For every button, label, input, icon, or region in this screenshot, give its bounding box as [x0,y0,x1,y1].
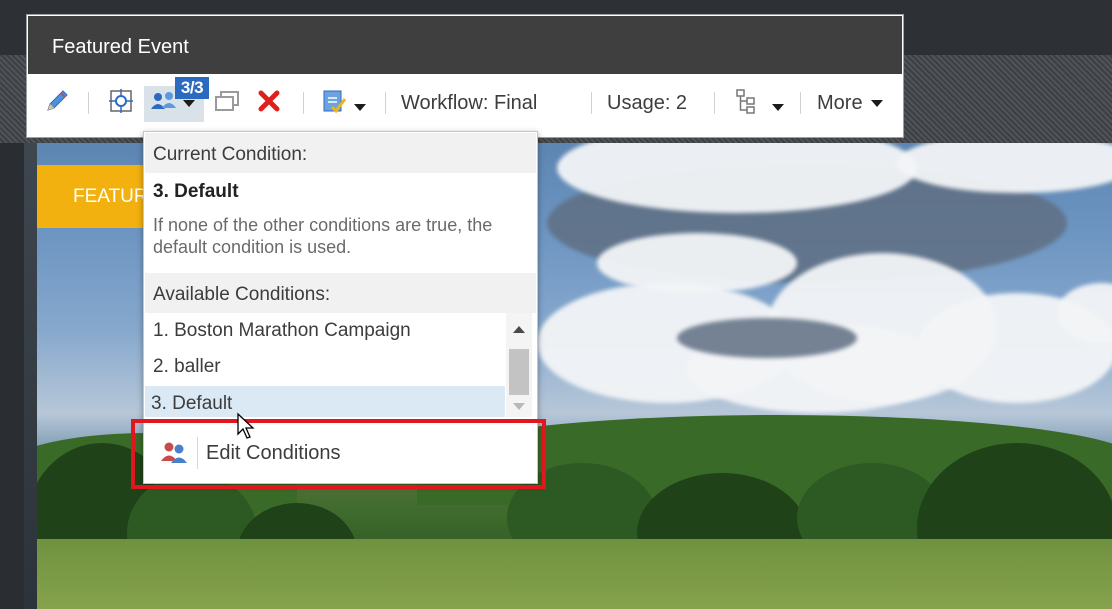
highlight-annotation-box [131,419,546,489]
available-conditions-heading: Available Conditions: [145,273,536,313]
featured-event-panel: Featured Event 3/3 Workflow: Final Usage… [26,14,904,138]
condition-item[interactable]: 2. baller [145,349,505,385]
chevron-down-icon [870,99,883,107]
window-icon [213,87,241,120]
mouse-pointer-icon [236,412,258,445]
tree-icon [734,87,760,120]
current-condition-description: If none of the other conditions are true… [153,215,493,257]
toolbar-separator [591,92,592,114]
toolbar-separator [88,92,89,114]
condition-item[interactable]: 1. Boston Marathon Campaign [145,313,505,349]
target-icon [107,87,135,120]
toolbar: 3/3 Workflow: Final Usage: 2 More [28,74,902,137]
toolbar-separator [714,92,715,114]
condition-count-badge: 3/3 [175,77,209,99]
panel-title: Featured Event [28,16,902,74]
more-label: More [817,91,863,114]
edit-button[interactable] [42,88,72,118]
workflow-status[interactable]: Workflow: Final [401,88,537,118]
chevron-down-icon [183,99,195,107]
window-button[interactable] [213,88,241,118]
chevron-down-icon [354,103,366,111]
pencil-icon [42,86,72,121]
delete-icon [256,88,282,119]
more-menu-button[interactable]: More [817,88,883,118]
workflow-label: Workflow: Final [401,91,538,114]
checklist-icon [320,87,348,120]
current-condition-name: 3. Default [153,181,239,202]
featured-badge: FEATUR [37,165,143,228]
conditions-scrollbar[interactable] [506,313,532,417]
scroll-up-arrow-icon[interactable] [513,326,525,333]
toolbar-separator [385,92,386,114]
usage-button[interactable]: Usage: 2 [607,88,687,118]
tree-button[interactable] [734,88,784,118]
scroll-thumb[interactable] [509,349,529,395]
delete-button[interactable] [256,88,282,118]
condition-item-selected[interactable]: 3. Default [145,386,505,417]
workflow-actions-button[interactable] [320,88,366,118]
toolbar-separator [800,92,801,114]
chevron-down-icon [772,103,784,111]
page-left-strip [24,143,37,609]
current-condition-heading: Current Condition: [145,133,536,173]
scroll-down-arrow-icon[interactable] [513,403,525,410]
target-button[interactable] [107,88,135,118]
usage-label: Usage: 2 [607,91,688,114]
toolbar-separator [303,92,304,114]
golf-green [37,539,1112,609]
conditions-list: 1. Boston Marathon Campaign 2. baller 3.… [145,313,536,417]
